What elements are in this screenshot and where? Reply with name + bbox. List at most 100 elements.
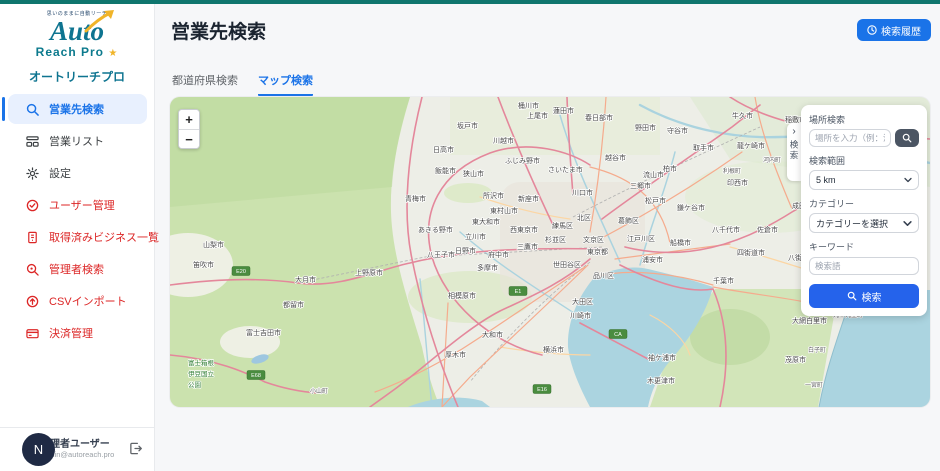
svg-text:E1: E1 — [515, 289, 522, 295]
panel-search-button[interactable]: 検索 — [809, 284, 919, 308]
map-label: 葛飾区 — [618, 216, 639, 225]
keyword-label: キーワード — [809, 240, 919, 253]
search-icon — [26, 103, 39, 116]
map-label: 飯能市 — [435, 166, 456, 175]
panel-collapse-tab[interactable]: › 検索 — [787, 123, 801, 181]
logo-word-reachpro: Reach Pro ★ — [0, 45, 154, 59]
map-label: 東村山市 — [490, 206, 518, 215]
tab-map-search[interactable]: マップ検索 — [258, 72, 313, 96]
place-search-button[interactable] — [895, 129, 919, 147]
sidebar-item-sales-list[interactable]: 営業リスト — [8, 126, 147, 156]
app-logo: 思いのままに自動リーチ Auto Reach Pro ★ オートリーチプロ — [0, 4, 154, 85]
map-label: 蓮田市 — [553, 106, 574, 115]
sidebar: 思いのままに自動リーチ Auto Reach Pro ★ オートリーチプロ 営業… — [0, 4, 155, 471]
user-box: 管理者ユーザー admin@autoreach.pro N — [0, 427, 154, 471]
map-label: 大田区 — [572, 297, 593, 306]
map-label: 日野市 — [455, 246, 476, 255]
map-label: 横浜市 — [543, 345, 564, 354]
chevron-down-icon — [904, 177, 912, 183]
logo-word-auto: Auto — [50, 17, 104, 45]
map-label: 木更津市 — [647, 376, 675, 385]
map-label: 龍ケ崎市 — [737, 141, 765, 150]
user-check-icon — [26, 199, 39, 212]
map-container: E20E1E16CAE68 山梨市笛吹市大月市上野原市都留市富士吉田市小山町青梅… — [170, 97, 930, 407]
map-label: 北区 — [577, 214, 591, 222]
chevron-down-icon — [903, 220, 912, 227]
park-label: 伊豆国立 — [188, 369, 215, 378]
map-label: 所沢市 — [483, 191, 504, 200]
svg-text:CA: CA — [614, 332, 622, 338]
sidebar-item-settings[interactable]: 設定 — [8, 158, 147, 188]
svg-text:E16: E16 — [537, 387, 547, 393]
sidebar-item-acquired-business[interactable]: 取得済みビジネス一覧 — [8, 222, 147, 252]
tab-prefecture-search[interactable]: 都道府県検索 — [172, 72, 238, 96]
map-label: 東京都 — [587, 247, 608, 256]
credit-card-icon — [26, 327, 39, 340]
map-label: 野田市 — [635, 123, 656, 132]
map-label: 富士吉田市 — [246, 328, 281, 337]
zoom-out-button[interactable]: − — [179, 129, 199, 148]
map-label: 河内町 — [763, 156, 781, 164]
page-title: 営業先検索 — [171, 17, 266, 44]
category-select[interactable]: カテゴリーを選択 — [809, 213, 919, 233]
star-icon: ★ — [108, 48, 118, 59]
map-label: 練馬区 — [552, 221, 573, 230]
sidebar-item-payment-management[interactable]: 決済管理 — [8, 318, 147, 348]
map-search-panel: 場所検索 検索範囲 5 km カテゴリー カテゴリーを選択 — [801, 105, 927, 316]
map-label: 三鷹市 — [517, 242, 538, 251]
map-label: 桶川市 — [518, 101, 539, 110]
sidebar-item-user-management[interactable]: ユーザー管理 — [8, 190, 147, 220]
search-history-button[interactable]: 検索履歴 — [857, 19, 931, 41]
map-label: 佐倉市 — [757, 225, 778, 234]
map-label: 川口市 — [572, 188, 593, 197]
building-icon — [26, 231, 39, 244]
sidebar-item-label: 営業リスト — [49, 133, 104, 149]
logout-icon[interactable] — [129, 442, 142, 460]
sidebar-item-label: 決済管理 — [49, 325, 93, 341]
logo-jp-name: オートリーチプロ — [0, 68, 154, 85]
map-label: 牛久市 — [732, 111, 753, 120]
sidebar-item-label: 営業先検索 — [49, 101, 104, 117]
map-label: 江戸川区 — [627, 235, 655, 243]
map-label: 山梨市 — [203, 240, 224, 249]
upload-icon — [26, 295, 39, 308]
avatar[interactable]: N — [22, 433, 55, 466]
road-badge: CA — [609, 330, 627, 339]
map-label: 四街道市 — [737, 248, 765, 257]
map-label: 坂戸市 — [457, 121, 478, 130]
map-zoom-control: + − — [178, 109, 200, 149]
map-label: 上尾市 — [527, 111, 548, 120]
sidebar-item-admin-search[interactable]: 管理者検索 — [8, 254, 147, 284]
zoom-in-button[interactable]: + — [179, 110, 199, 129]
map-label: 八王子市 — [427, 250, 455, 259]
svg-text:E68: E68 — [251, 373, 261, 379]
map-label: 上野原市 — [355, 268, 383, 277]
sidebar-item-label: 管理者検索 — [49, 261, 104, 277]
map-label: さいたま市 — [548, 165, 583, 174]
map-label: 柏市 — [663, 164, 677, 173]
sidebar-item-csv-import[interactable]: CSVインポート — [8, 286, 147, 316]
map-label: 鎌ケ谷市 — [677, 203, 705, 212]
sidebar-item-sales-search[interactable]: 営業先検索 — [8, 94, 147, 124]
map-label: 取手市 — [693, 143, 714, 152]
range-label: 検索範囲 — [809, 154, 919, 167]
park-label: 公園 — [188, 381, 201, 389]
chevron-right-icon: › — [792, 127, 795, 137]
place-input[interactable] — [809, 129, 891, 147]
sidebar-item-label: ユーザー管理 — [49, 197, 115, 213]
range-select[interactable]: 5 km — [809, 170, 919, 190]
map-label: 文京区 — [583, 235, 604, 244]
clock-icon — [867, 25, 877, 35]
map-label: 府中市 — [488, 250, 509, 259]
map-label: 世田谷区 — [553, 260, 581, 269]
admin-search-icon — [26, 263, 39, 276]
list-icon — [26, 135, 39, 148]
map-label: 松戸市 — [645, 196, 666, 205]
keyword-input[interactable] — [809, 257, 919, 275]
map-label: 大月市 — [295, 275, 316, 284]
road-badge: E68 — [247, 371, 265, 380]
map-label: 利根町 — [723, 167, 741, 175]
park-label: 富士箱根 — [188, 358, 215, 367]
map-label: 杉並区 — [545, 235, 566, 244]
search-icon — [847, 291, 857, 301]
